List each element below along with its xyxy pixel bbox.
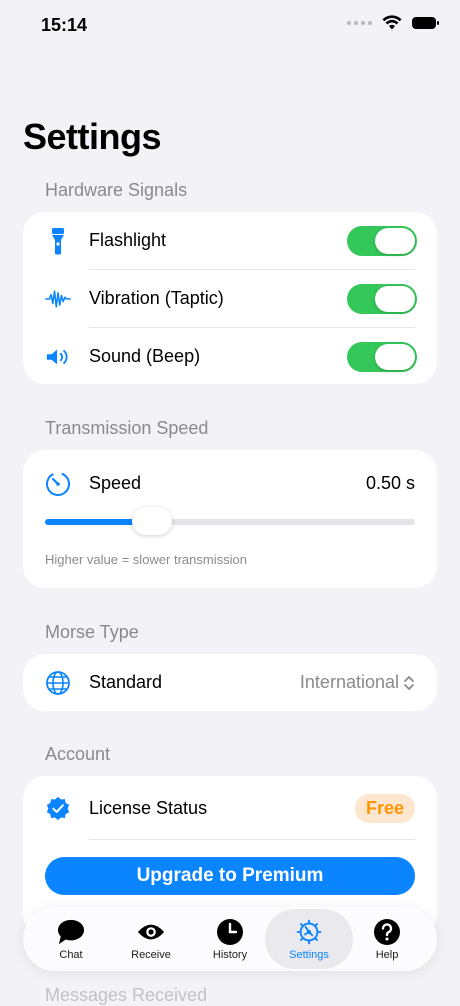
morse-type-value: International	[299, 672, 399, 692]
speed-label: Speed	[89, 473, 142, 493]
page-title: Settings	[23, 116, 162, 157]
license-status-badge: Free	[354, 794, 415, 823]
speed-row: Speed 0.50 s	[23, 455, 437, 512]
transmission-card: Speed 0.50 s Higher value = slower trans…	[23, 450, 437, 588]
sound-label: Sound (Beep)	[89, 346, 201, 366]
chat-bubble-icon	[57, 918, 85, 946]
tab-chat[interactable]: Chat	[31, 909, 111, 969]
flashlight-icon	[45, 227, 71, 254]
status-bar: 15:14	[0, 0, 460, 50]
flashlight-label: Flashlight	[89, 230, 167, 250]
chevron-up-down-icon	[404, 675, 414, 690]
morse-type-label: Standard	[89, 672, 163, 692]
hardware-section-header: Hardware Signals	[45, 180, 188, 200]
flashlight-row: Flashlight	[23, 212, 437, 269]
speed-slider[interactable]	[45, 507, 415, 535]
eye-icon	[137, 918, 165, 946]
morse-type-picker[interactable]: International	[300, 672, 415, 693]
speed-hint: Higher value = slower transmission	[45, 552, 247, 567]
toggle-knob	[375, 343, 415, 370]
tab-receive[interactable]: Receive	[111, 909, 191, 969]
hardware-card: Flashlight Vibration (Taptic) Sound (Bee…	[23, 212, 437, 384]
morse-card: Standard International	[23, 654, 437, 711]
wifi-icon	[382, 15, 402, 30]
transmission-section-header: Transmission Speed	[45, 418, 209, 438]
upgrade-premium-button[interactable]: Upgrade to Premium	[45, 857, 415, 895]
clock-icon	[216, 918, 244, 946]
morse-section-header: Morse Type	[45, 622, 139, 642]
tab-history[interactable]: History	[190, 909, 270, 969]
tab-label: Help	[375, 948, 399, 961]
tab-help[interactable]: Help	[347, 909, 427, 969]
slider-thumb[interactable]	[132, 507, 173, 535]
gear-icon	[295, 918, 323, 946]
speaker-icon	[45, 344, 71, 370]
toggle-knob	[375, 227, 415, 254]
morse-type-row[interactable]: Standard International	[23, 654, 437, 711]
tab-settings[interactable]: Settings	[265, 909, 353, 969]
waveform-icon	[45, 286, 71, 312]
tab-label: Settings	[289, 948, 329, 961]
question-icon	[373, 918, 401, 946]
toggle-knob	[375, 285, 415, 312]
tab-label: Receive	[131, 948, 171, 961]
license-label: License Status	[89, 798, 208, 818]
timer-icon	[45, 471, 71, 497]
checkmark-seal-icon	[45, 796, 71, 822]
license-row: License Status Free	[23, 780, 437, 837]
sound-row: Sound (Beep)	[23, 328, 437, 385]
account-section-header: Account	[45, 744, 111, 764]
tab-label: History	[212, 948, 248, 961]
speed-value: 0.50 s	[365, 473, 415, 493]
vibration-row: Vibration (Taptic)	[23, 270, 437, 327]
divider	[89, 839, 415, 840]
globe-icon	[45, 670, 71, 696]
vibration-label: Vibration (Taptic)	[89, 288, 224, 308]
status-time: 15:14	[41, 15, 88, 35]
battery-icon	[412, 16, 439, 29]
vibration-toggle[interactable]	[347, 283, 417, 314]
cellular-dots-icon	[347, 20, 372, 25]
tab-label: Chat	[59, 948, 83, 961]
flashlight-toggle[interactable]	[347, 225, 417, 256]
sound-toggle[interactable]	[347, 341, 417, 372]
tab-bar: Chat Receive History Settings Help	[23, 907, 437, 971]
status-icons	[347, 15, 439, 30]
